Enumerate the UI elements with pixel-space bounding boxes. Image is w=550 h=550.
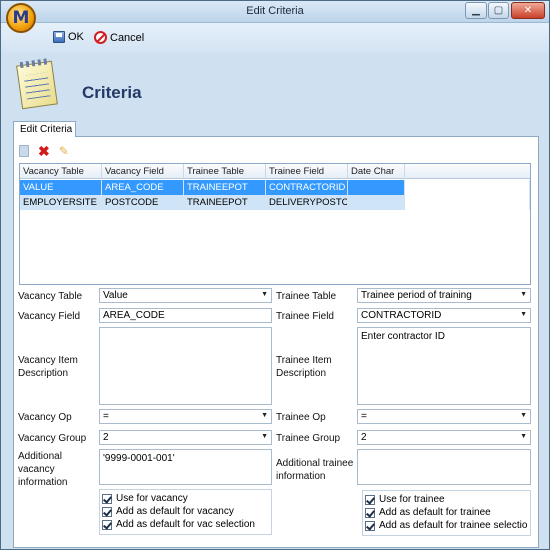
checkbox-label: Add as default for trainee selectio [379,520,528,531]
column-header[interactable]: Date Char [348,164,405,179]
trainee-group-label: Trainee Group [276,433,341,444]
maximize-icon: ▢ [493,5,504,16]
vacancy-table-label: Vacancy Table [18,291,83,302]
delete-icon[interactable]: ✖ [38,144,50,158]
vacancy-field-input[interactable]: AREA_CODE [99,308,272,323]
trainee-group-select[interactable]: 2 [357,430,531,445]
criteria-grid[interactable]: Vacancy Table Vacancy Field Trainee Tabl… [19,163,531,285]
table-row[interactable]: VALUE AREA_CODE TRAINEEPOT CONTRACTORID [20,180,530,195]
app-logo-icon[interactable]: M [6,3,36,33]
vacancy-group-select[interactable]: 2 [99,430,272,445]
vacancy-options: Use for vacancy Add as default for vacan… [99,489,272,535]
vacancy-description-textarea[interactable] [99,327,272,405]
default-for-trainee-checkbox[interactable]: Add as default for trainee [365,507,491,518]
minimize-button[interactable]: ▁ [465,2,487,19]
new-row-icon[interactable] [19,145,29,157]
table-cell [348,195,405,210]
grid-header: Vacancy Table Vacancy Field Trainee Tabl… [20,164,530,179]
table-cell: VALUE [20,180,102,195]
trainee-description-textarea[interactable]: Enter contractor ID [357,327,531,405]
grid-toolbar: ✖ ✎ [19,144,69,158]
vacancy-group-label: Vacancy Group [18,433,87,444]
default-for-trainee-selection-checkbox[interactable]: Add as default for trainee selectio [365,520,527,531]
notepad-icon [16,60,58,110]
column-header[interactable]: Trainee Field [266,164,348,179]
checkbox-label: Add as default for vacancy [116,506,234,517]
cancel-button[interactable]: Cancel [94,31,144,44]
trainee-additional-label-2: information [276,471,326,482]
minimize-icon: ▁ [472,5,480,16]
use-for-vacancy-checkbox[interactable]: Use for vacancy [102,493,188,504]
checkbox-label: Add as default for trainee [379,507,491,518]
checkbox-icon[interactable] [102,493,112,504]
default-for-vacancy-checkbox[interactable]: Add as default for vacancy [102,506,234,517]
trainee-table-label: Trainee Table [276,291,337,302]
vacancy-op-label: Vacancy Op [18,412,72,423]
tab-edit-criteria[interactable]: Edit Criteria [13,121,76,137]
trainee-additional-label-1: Additional trainee [276,458,354,469]
trainee-desc-label-1: Trainee Item [276,355,332,366]
vacancy-additional-label-1: Additional [18,451,62,462]
table-row[interactable]: EMPLOYERSITE POSTCODE TRAINEEPOT DELIVER… [20,195,530,210]
table-cell: DELIVERYPOSTCC [266,195,348,210]
save-icon [53,31,65,43]
vacancy-additional-input[interactable]: '9999-0001-001' [99,449,272,485]
column-header[interactable]: Vacancy Table [20,164,102,179]
vacancy-additional-label-2: vacancy [18,464,55,475]
table-cell: TRAINEEPOT [184,195,266,210]
tab-strip: Edit Criteria [13,121,539,137]
vacancy-op-select[interactable]: = [99,409,272,424]
checkbox-icon[interactable] [365,494,375,505]
table-cell: EMPLOYERSITE [20,195,102,210]
checkbox-icon[interactable] [365,507,375,518]
edit-criteria-window: Edit Criteria ▁ ▢ ✕ M OK Cancel Criteria… [0,0,550,550]
ok-label: OK [68,31,84,43]
checkbox-icon[interactable] [365,520,375,531]
toolbar: OK Cancel [1,23,549,53]
page-title: Criteria [82,83,142,102]
maximize-button[interactable]: ▢ [488,2,509,19]
checkbox-icon[interactable] [102,506,112,517]
checkbox-label: Use for trainee [379,494,445,505]
cancel-label: Cancel [110,31,145,44]
column-header[interactable]: Vacancy Field [102,164,184,179]
close-icon: ✕ [523,5,533,16]
trainee-field-select[interactable]: CONTRACTORID [357,308,531,323]
table-cell: TRAINEEPOT [184,180,266,195]
trainee-field-label: Trainee Field [276,311,334,322]
vacancy-table-select[interactable]: Value [99,288,272,303]
trainee-options: Use for trainee Add as default for train… [362,490,531,536]
table-cell: CONTRACTORID [266,180,348,195]
trainee-additional-input[interactable] [357,449,531,485]
default-for-vac-selection-checkbox[interactable]: Add as default for vac selection [102,519,255,530]
close-button[interactable]: ✕ [511,2,545,19]
vacancy-field-label: Vacancy Field [18,311,81,322]
use-for-trainee-checkbox[interactable]: Use for trainee [365,494,445,505]
vacancy-additional-label-3: information [18,477,68,488]
header: Criteria [1,53,549,121]
checkbox-label: Use for vacancy [116,493,188,504]
ok-button[interactable]: OK [53,31,84,43]
title-bar[interactable]: Edit Criteria ▁ ▢ ✕ [1,1,549,23]
trainee-table-select[interactable]: Trainee period of training [357,288,531,303]
trainee-desc-label-2: Description [276,368,327,379]
vacancy-desc-label-1: Vacancy Item [18,355,78,366]
table-cell [348,180,405,195]
checkbox-label: Add as default for vac selection [116,519,255,530]
column-header[interactable]: Trainee Table [184,164,266,179]
trainee-op-select[interactable]: = [357,409,531,424]
table-cell-empty [405,180,530,195]
trainee-op-label: Trainee Op [276,412,326,423]
cancel-icon [94,31,107,44]
table-cell: AREA_CODE [102,180,184,195]
table-cell-empty [405,195,530,210]
checkbox-icon[interactable] [102,519,112,530]
vacancy-desc-label-2: Description [18,368,69,379]
edit-icon[interactable]: ✎ [59,145,69,157]
table-cell: POSTCODE [102,195,184,210]
